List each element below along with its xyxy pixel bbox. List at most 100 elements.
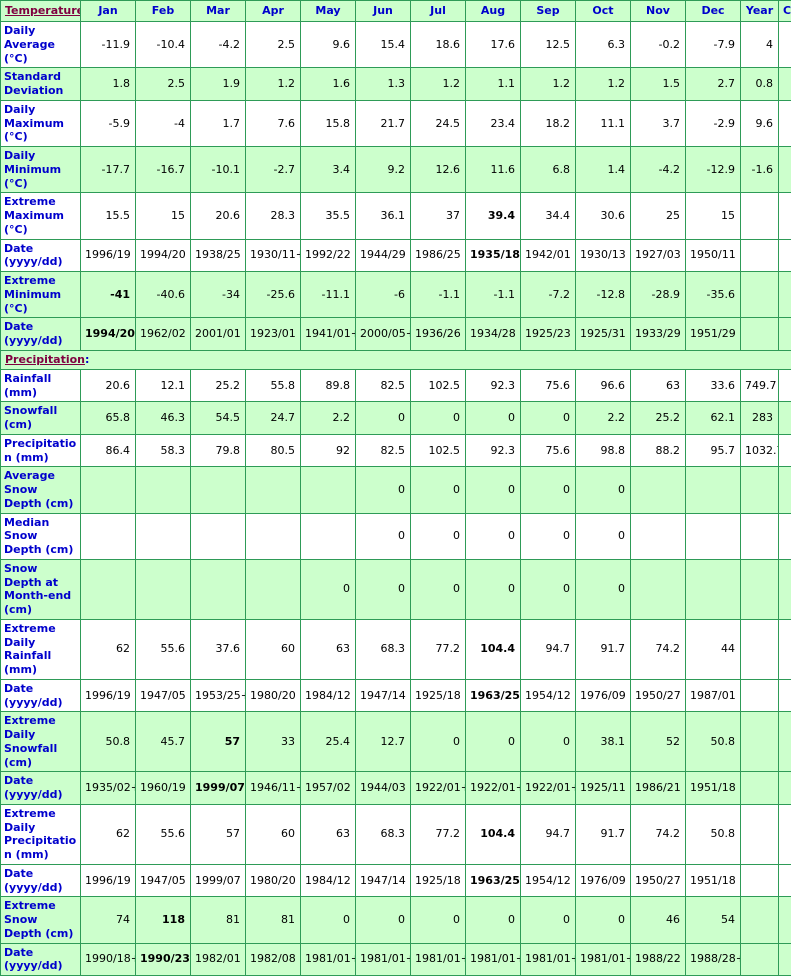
cell-value: 1935/18 bbox=[466, 239, 521, 272]
table-body: Temperature:JanFebMarAprMayJunJulAugSepO… bbox=[1, 1, 791, 976]
cell-value: -11.1 bbox=[301, 272, 356, 318]
cell-value: 104.4 bbox=[466, 619, 521, 679]
cell-value: 2.5 bbox=[136, 68, 191, 101]
row-label: Daily Average (°C) bbox=[1, 22, 81, 68]
cell-value: 17.6 bbox=[466, 22, 521, 68]
cell-value: 21.7 bbox=[356, 100, 411, 146]
column-header-month: Aug bbox=[466, 1, 521, 22]
cell-value: -0.2 bbox=[631, 22, 686, 68]
cell-value: -16.7 bbox=[136, 147, 191, 193]
cell-value: 92.3 bbox=[466, 434, 521, 467]
cell-value: -4.2 bbox=[191, 22, 246, 68]
cell-value: -41 bbox=[81, 272, 136, 318]
cell-year-value bbox=[741, 864, 779, 897]
cell-value: 77.2 bbox=[411, 619, 466, 679]
cell-value: 1925/23 bbox=[521, 318, 576, 351]
cell-value: 9.6 bbox=[301, 22, 356, 68]
cell-value: 1.4 bbox=[576, 147, 631, 193]
cell-value: 104.4 bbox=[466, 804, 521, 864]
cell-year-value bbox=[741, 467, 779, 513]
cell-value: 1.8 bbox=[81, 68, 136, 101]
cell-value: -28.9 bbox=[631, 272, 686, 318]
cell-value: 1976/09 bbox=[576, 679, 631, 712]
cell-code-value: A bbox=[779, 402, 791, 435]
cell-value: 1999/07 bbox=[191, 864, 246, 897]
cell-value: 25 bbox=[631, 193, 686, 239]
cell-value: 65.8 bbox=[81, 402, 136, 435]
cell-value bbox=[246, 467, 301, 513]
table-row: Rainfall (mm)20.612.125.255.889.882.5102… bbox=[1, 369, 791, 402]
cell-value: 92.3 bbox=[466, 369, 521, 402]
cell-code-value bbox=[779, 772, 791, 805]
cell-value: 95.7 bbox=[686, 434, 741, 467]
cell-value: 1957/02 bbox=[301, 772, 356, 805]
cell-value: 1996/19 bbox=[81, 679, 136, 712]
table-row: Median Snow Depth (cm)00000D bbox=[1, 513, 791, 559]
cell-value: 1927/03 bbox=[631, 239, 686, 272]
row-label: Date (yyyy/dd) bbox=[1, 239, 81, 272]
cell-value: 81 bbox=[246, 897, 301, 943]
cell-value bbox=[81, 467, 136, 513]
cell-value: 1947/14 bbox=[356, 679, 411, 712]
cell-value: 1950/27 bbox=[631, 864, 686, 897]
cell-year-value: 283 bbox=[741, 402, 779, 435]
cell-value: 1984/12 bbox=[301, 864, 356, 897]
cell-value: 1996/19 bbox=[81, 239, 136, 272]
cell-value: -6 bbox=[356, 272, 411, 318]
cell-value: 1.6 bbox=[301, 68, 356, 101]
cell-value: 2.7 bbox=[686, 68, 741, 101]
cell-value: 34.4 bbox=[521, 193, 576, 239]
cell-year-value bbox=[741, 318, 779, 351]
cell-value: 0 bbox=[301, 559, 356, 619]
cell-value: 118 bbox=[136, 897, 191, 943]
cell-code-value bbox=[779, 712, 791, 772]
cell-value: 1981/01+ bbox=[466, 943, 521, 976]
row-label: Snowfall (cm) bbox=[1, 402, 81, 435]
cell-year-value bbox=[741, 897, 779, 943]
cell-value: 1981/01+ bbox=[301, 943, 356, 976]
cell-value: 1986/25 bbox=[411, 239, 466, 272]
cell-value bbox=[686, 559, 741, 619]
cell-code-value bbox=[779, 272, 791, 318]
cell-value: 94.7 bbox=[521, 619, 576, 679]
cell-value: 11.1 bbox=[576, 100, 631, 146]
cell-value: 6.8 bbox=[521, 147, 576, 193]
column-header-month: Jun bbox=[356, 1, 411, 22]
cell-value: -40.6 bbox=[136, 272, 191, 318]
cell-value: 1947/05 bbox=[136, 679, 191, 712]
cell-value: 36.1 bbox=[356, 193, 411, 239]
cell-value: 1.1 bbox=[466, 68, 521, 101]
row-label: Rainfall (mm) bbox=[1, 369, 81, 402]
table-header-row: Temperature:JanFebMarAprMayJunJulAugSepO… bbox=[1, 1, 791, 22]
cell-value: 0 bbox=[466, 897, 521, 943]
cell-value: 0 bbox=[301, 897, 356, 943]
cell-value: 0 bbox=[521, 712, 576, 772]
section-header-precipitation: Precipitation: bbox=[1, 350, 791, 369]
cell-value: 1941/01+ bbox=[301, 318, 356, 351]
cell-value: 2.5 bbox=[246, 22, 301, 68]
cell-value: 63 bbox=[631, 369, 686, 402]
cell-value: 1930/11+ bbox=[246, 239, 301, 272]
cell-value: 1951/29 bbox=[686, 318, 741, 351]
cell-value: 1930/13 bbox=[576, 239, 631, 272]
cell-year-value bbox=[741, 679, 779, 712]
cell-value: 0 bbox=[521, 467, 576, 513]
cell-value: 0 bbox=[521, 402, 576, 435]
column-header-month: May bbox=[301, 1, 356, 22]
cell-value: 55.8 bbox=[246, 369, 301, 402]
cell-value: -4.2 bbox=[631, 147, 686, 193]
cell-value: 1925/11 bbox=[576, 772, 631, 805]
cell-value: 45.7 bbox=[136, 712, 191, 772]
cell-value: 46 bbox=[631, 897, 686, 943]
cell-value: 12.1 bbox=[136, 369, 191, 402]
cell-value: 82.5 bbox=[356, 369, 411, 402]
cell-year-value: -1.6 bbox=[741, 147, 779, 193]
cell-value: -17.7 bbox=[81, 147, 136, 193]
cell-value: 77.2 bbox=[411, 804, 466, 864]
cell-value: 1950/11 bbox=[686, 239, 741, 272]
cell-value: 55.6 bbox=[136, 619, 191, 679]
column-header-month: Feb bbox=[136, 1, 191, 22]
cell-value: 1947/05 bbox=[136, 864, 191, 897]
cell-year-value: 1032.7 bbox=[741, 434, 779, 467]
cell-value: 1994/20 bbox=[136, 239, 191, 272]
